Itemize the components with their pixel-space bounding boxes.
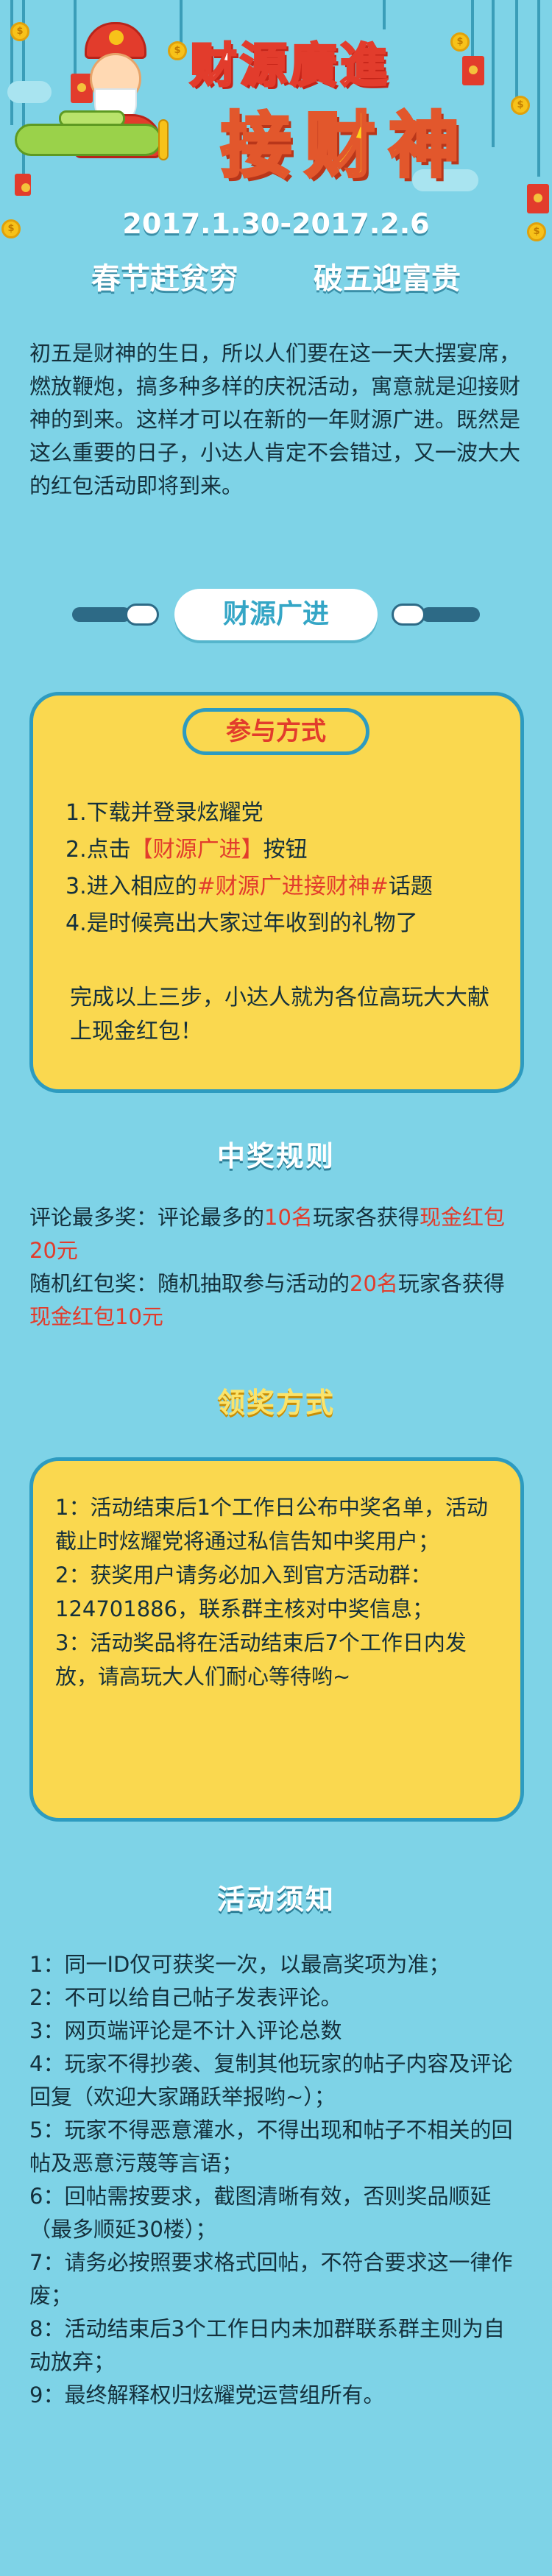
header-banner: $ $ $ $ $ $ 财源廣進 接财神 2017.1.30-2017.2.6 …	[0, 0, 552, 346]
participate-heading: 参与方式	[183, 708, 369, 755]
notes-item: 2：不可以给自己帖子发表评论。	[29, 1985, 342, 2010]
step-item: 4.是时候亮出大家过年收到的礼物了	[66, 910, 418, 936]
slogan: 春节赶贫穷 破五迎富贵	[0, 255, 552, 297]
airplane-illustration	[7, 110, 169, 162]
title-top: 财源廣進	[189, 38, 390, 95]
step-item: 1.下载并登录炫耀党	[66, 800, 263, 826]
event-name-pill: 财源广进	[174, 589, 378, 640]
coin-icon: $	[450, 32, 470, 52]
claim-box: 1：活动结束后1个工作日公布中奖名单，活动截止时炫耀党将通过私信告知中奖用户； …	[29, 1457, 524, 1822]
hanging-string	[492, 0, 495, 147]
participate-conclusion: 完成以上三步，小达人就为各位高玩大大献上现金红包！	[70, 985, 489, 1044]
step-item: 3.进入相应的#财源广进接财神#话题	[66, 874, 433, 899]
pointing-hand-icon	[72, 604, 160, 626]
notes-item: 5：玩家不得恶意灌水，不得出现和帖子不相关的回帖及恶意污蔑等言语；	[29, 2117, 513, 2176]
pointing-hand-icon	[392, 604, 480, 626]
notes-heading: 活动须知	[216, 1883, 335, 1916]
prize-rules-text: 评论最多奖：评论最多的10名玩家各获得现金红包20元 随机红包奖：随机抽取参与活…	[29, 1205, 505, 1329]
claim-heading: 领奖方式	[216, 1387, 335, 1419]
event-dates: 2017.1.30-2017.2.6	[122, 208, 430, 240]
claim-list: 1：活动结束后1个工作日公布中奖名单，活动截止时炫耀党将通过私信告知中奖用户； …	[55, 1490, 504, 1694]
title-main: 接财神	[219, 103, 473, 188]
red-envelope-icon	[462, 56, 484, 85]
notes-item: 8：活动结束后3个工作日内未加群联系群主则为自动放弃；	[29, 2316, 505, 2374]
coin-icon: $	[511, 96, 530, 115]
notes-item: 6：回帖需按要求，截图清晰有效，否则奖品顺延（最多顺延30楼）；	[29, 2184, 492, 2242]
step-item: 2.点击【财源广进】按钮	[66, 837, 308, 863]
prize-rules-heading: 中奖规则	[216, 1140, 335, 1172]
notes-list: 1：同一ID仅可获奖一次，以最高奖项为准； 2：不可以给自己帖子发表评论。 3：…	[29, 1948, 524, 2412]
notes-item: 9：最终解释权归炫耀党运营组所有。	[29, 2382, 385, 2407]
notes-item: 1：同一ID仅可获奖一次，以最高奖项为准；	[29, 1952, 450, 1977]
participate-steps: 1.下载并登录炫耀党 2.点击【财源广进】按钮 3.进入相应的#财源广进接财神#…	[66, 795, 507, 942]
claim-item: 1：活动结束后1个工作日公布中奖名单，活动截止时炫耀党将通过私信告知中奖用户；	[55, 1495, 488, 1554]
hanging-string	[10, 0, 13, 125]
red-envelope-icon	[15, 174, 31, 196]
hanging-string	[383, 0, 386, 29]
coin-icon: $	[10, 22, 29, 41]
hanging-string	[515, 0, 518, 103]
event-pill-row: 财源广进	[0, 589, 552, 640]
claim-item: 3：活动奖品将在活动结束后7个工作日内发放，请高玩大人们耐心等待哟~	[55, 1630, 467, 1689]
notes-item: 7：请务必按照要求格式回帖，不符合要求这一律作废；	[29, 2250, 513, 2308]
notes-item: 3：网页端评论是不计入评论总数	[29, 2018, 342, 2043]
hanging-string	[537, 0, 540, 177]
intro-paragraph: 初五是财神的生日，所以人们要在这一天大摆宴席，燃放鞭炮，搞多种多样的庆祝活动，寓…	[29, 341, 521, 498]
slogan-right: 破五迎富贵	[313, 262, 461, 296]
claim-item: 2：获奖用户请务必加入到官方活动群：124701886，联系群主核对中奖信息；	[55, 1563, 434, 1621]
slogan-left: 春节赶贫穷	[91, 262, 239, 296]
notes-item: 4：玩家不得抄袭、复制其他玩家的帖子内容及评论回复（欢迎大家踊跃举报哟~）；	[29, 2051, 513, 2109]
